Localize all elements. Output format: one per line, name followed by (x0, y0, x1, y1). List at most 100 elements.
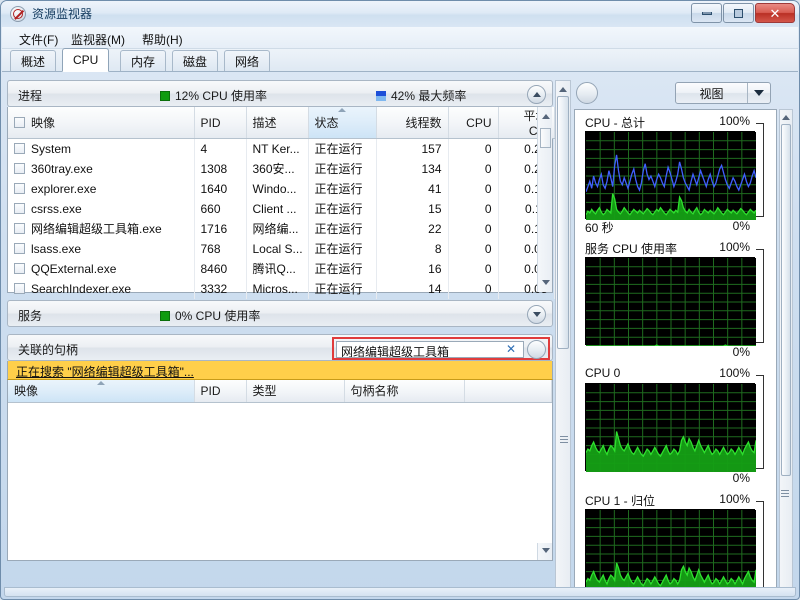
scroll-grip-icon (781, 490, 789, 499)
handles-col-pid[interactable]: PID (194, 380, 246, 402)
processes-scroll-thumb[interactable] (540, 128, 551, 148)
cell-cpu: 0 (448, 239, 498, 259)
col-status[interactable]: 状态 (308, 107, 376, 139)
cell-pid: 1716 (194, 219, 246, 239)
sort-ascending-icon (97, 381, 105, 385)
right-pane: 视图 CPU - 总计100%60 秒0%服务 CPU 使用率100%0%CPU… (574, 80, 793, 590)
processes-section-header[interactable]: 进程 12% CPU 使用率 42% 最大频率 (7, 80, 553, 107)
handles-col-name[interactable]: 句柄名称 (344, 380, 464, 402)
cell-cpu: 0 (448, 139, 498, 159)
cell-threads: 22 (376, 219, 448, 239)
graph-max-label: 100% (719, 240, 750, 254)
cell-desc: 360安... (246, 159, 308, 179)
row-checkbox[interactable] (14, 283, 25, 294)
maximize-button[interactable] (723, 3, 754, 23)
menu-file[interactable]: 文件(F) (12, 30, 65, 47)
cell-pid: 1308 (194, 159, 246, 179)
scroll-up-icon[interactable] (540, 110, 552, 123)
scroll-down-icon[interactable] (540, 276, 552, 289)
cell-status: 正在运行 (308, 199, 376, 219)
table-row[interactable]: lsass.exe768Local S...正在运行800.06 (8, 239, 554, 259)
window-title: 资源监视器 (32, 5, 92, 22)
row-checkbox[interactable] (14, 203, 25, 214)
processes-grid-scrollbar[interactable] (537, 107, 552, 292)
col-desc[interactable]: 描述 (246, 107, 308, 139)
right-pane-scroll-thumb[interactable] (781, 124, 791, 476)
col-cpu[interactable]: CPU (448, 107, 498, 139)
row-checkbox[interactable] (14, 263, 25, 274)
table-row[interactable]: System4NT Ker...正在运行15700.24 (8, 139, 554, 159)
scroll-up-icon[interactable] (780, 111, 792, 124)
tab-cpu[interactable]: CPU (62, 48, 109, 72)
services-section-header[interactable]: 服务 0% CPU 使用率 (7, 300, 553, 327)
chevron-down-icon[interactable] (748, 90, 770, 96)
cell-pid: 1640 (194, 179, 246, 199)
row-checkbox[interactable] (14, 143, 25, 154)
view-dropdown-button[interactable]: 视图 (675, 82, 771, 104)
handles-collapse-icon[interactable] (527, 340, 546, 359)
table-row[interactable]: csrss.exe660Client ...正在运行1500.11 (8, 199, 554, 219)
graph-block: 服务 CPU 使用率100%0% (585, 240, 766, 362)
table-row[interactable]: 360tray.exe1308360安...正在运行13400.20 (8, 159, 554, 179)
cell-pid: 4 (194, 139, 246, 159)
left-pane-scrollbar[interactable] (555, 80, 571, 590)
col-image[interactable]: 映像 (8, 107, 194, 139)
handles-grid-scroll-down[interactable] (537, 543, 552, 560)
menu-monitor[interactable]: 监视器(M) (64, 30, 132, 47)
cell-threads: 134 (376, 159, 448, 179)
graph-min-label: 0% (733, 471, 750, 485)
cell-cpu: 0 (448, 159, 498, 179)
services-title: 服务 (18, 307, 42, 324)
handles-search-status: 正在搜索 "网络编辑超级工具箱"... (7, 361, 553, 380)
services-expand-icon[interactable] (527, 305, 546, 324)
table-row[interactable]: QQExternal.exe8460腾讯Q...正在运行1600.06 (8, 259, 554, 279)
table-row[interactable]: explorer.exe1640Windo...正在运行4100.16 (8, 179, 554, 199)
graph-scale-bracket (756, 123, 764, 217)
tab-network[interactable]: 网络 (224, 50, 270, 71)
handles-search-input[interactable]: 网络编辑超级工具箱 (336, 341, 496, 358)
handles-grid: 映像 PID 类型 句柄名称 (7, 380, 553, 561)
tab-memory[interactable]: 内存 (120, 50, 166, 71)
cell-cpu: 0 (448, 259, 498, 279)
services-cpu-usage: 0% CPU 使用率 (160, 307, 260, 324)
clear-x-icon[interactable]: ✕ (504, 342, 518, 357)
content-area: 进程 12% CPU 使用率 42% 最大频率 (2, 72, 798, 599)
tab-disk[interactable]: 磁盘 (172, 50, 218, 71)
scroll-down-icon[interactable] (540, 544, 552, 557)
col-threads[interactable]: 线程数 (376, 107, 448, 139)
menu-help[interactable]: 帮助(H) (135, 30, 190, 47)
left-pane-scroll-thumb[interactable] (557, 96, 569, 349)
cell-status: 正在运行 (308, 179, 376, 199)
row-checkbox[interactable] (14, 183, 25, 194)
row-checkbox[interactable] (14, 223, 25, 234)
scroll-up-icon[interactable] (557, 83, 569, 96)
cell-image: 网络编辑超级工具箱.exe (8, 219, 194, 239)
graph-title: 服务 CPU 使用率 (585, 240, 677, 257)
cell-desc: Windo... (246, 179, 308, 199)
table-row[interactable]: SearchIndexer.exe3332Micros...正在运行1400.0… (8, 279, 554, 299)
view-toolbar: 视图 (574, 80, 793, 107)
tab-overview[interactable]: 概述 (10, 50, 56, 71)
handles-col-image[interactable]: 映像 (8, 380, 194, 402)
cell-cpu: 0 (448, 279, 498, 299)
cell-status: 正在运行 (308, 239, 376, 259)
right-pane-scrollbar[interactable] (779, 109, 793, 588)
close-icon: ✕ (756, 4, 794, 22)
minimize-button[interactable] (691, 3, 722, 23)
processes-collapse-icon[interactable] (527, 85, 546, 104)
table-row[interactable]: 网络编辑超级工具箱.exe1716网络编...正在运行2200.10 (8, 219, 554, 239)
col-pid[interactable]: PID (194, 107, 246, 139)
select-all-checkbox[interactable] (14, 117, 25, 128)
handles-col-type[interactable]: 类型 (246, 380, 344, 402)
row-checkbox[interactable] (14, 243, 25, 254)
title-bar: 资源监视器 ✕ (1, 1, 799, 27)
cell-status: 正在运行 (308, 259, 376, 279)
handles-section-header[interactable]: 关联的句柄 网络编辑超级工具箱 ✕ ⇄ (7, 334, 553, 361)
row-checkbox[interactable] (14, 163, 25, 174)
chevron-right-icon[interactable] (576, 82, 598, 104)
cell-cpu: 0 (448, 199, 498, 219)
left-pane: 进程 12% CPU 使用率 42% 最大频率 (7, 80, 553, 590)
close-button[interactable]: ✕ (755, 3, 795, 23)
cell-image: System (8, 139, 194, 159)
graph-title: CPU 0 (585, 366, 620, 380)
